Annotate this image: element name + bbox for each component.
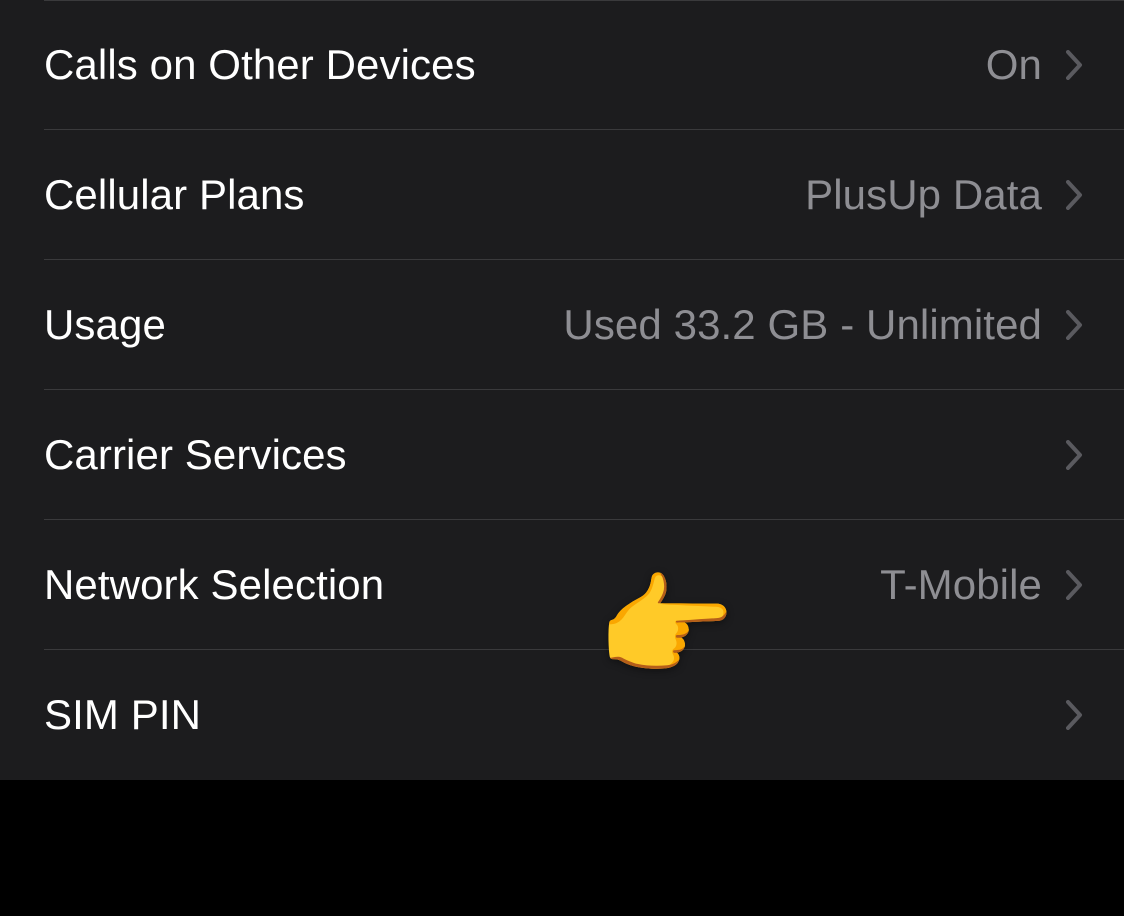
row-right: On <box>986 41 1084 89</box>
row-right: PlusUp Data <box>805 171 1084 219</box>
row-label: Carrier Services <box>44 431 347 479</box>
row-calls-on-other-devices[interactable]: Calls on Other Devices On <box>0 0 1124 130</box>
row-cellular-plans[interactable]: Cellular Plans PlusUp Data <box>0 130 1124 260</box>
row-carrier-services[interactable]: Carrier Services <box>0 390 1124 520</box>
cellular-settings-list: Calls on Other Devices On Cellular Plans… <box>0 0 1124 780</box>
row-value: PlusUp Data <box>805 171 1042 219</box>
row-usage[interactable]: Usage Used 33.2 GB - Unlimited <box>0 260 1124 390</box>
row-value: On <box>986 41 1042 89</box>
row-label: Usage <box>44 301 166 349</box>
chevron-right-icon <box>1066 180 1084 210</box>
row-right <box>1042 700 1084 730</box>
row-value: Used 33.2 GB - Unlimited <box>563 301 1042 349</box>
chevron-right-icon <box>1066 440 1084 470</box>
chevron-right-icon <box>1066 310 1084 340</box>
chevron-right-icon <box>1066 570 1084 600</box>
row-value: T-Mobile <box>880 561 1042 609</box>
row-label: Network Selection <box>44 561 384 609</box>
row-label: SIM PIN <box>44 691 201 739</box>
row-right: T-Mobile <box>880 561 1084 609</box>
row-label: Calls on Other Devices <box>44 41 476 89</box>
row-network-selection[interactable]: Network Selection T-Mobile <box>0 520 1124 650</box>
row-sim-pin[interactable]: SIM PIN <box>0 650 1124 780</box>
row-right: Used 33.2 GB - Unlimited <box>563 301 1084 349</box>
row-label: Cellular Plans <box>44 171 305 219</box>
row-right <box>1042 440 1084 470</box>
chevron-right-icon <box>1066 700 1084 730</box>
chevron-right-icon <box>1066 50 1084 80</box>
